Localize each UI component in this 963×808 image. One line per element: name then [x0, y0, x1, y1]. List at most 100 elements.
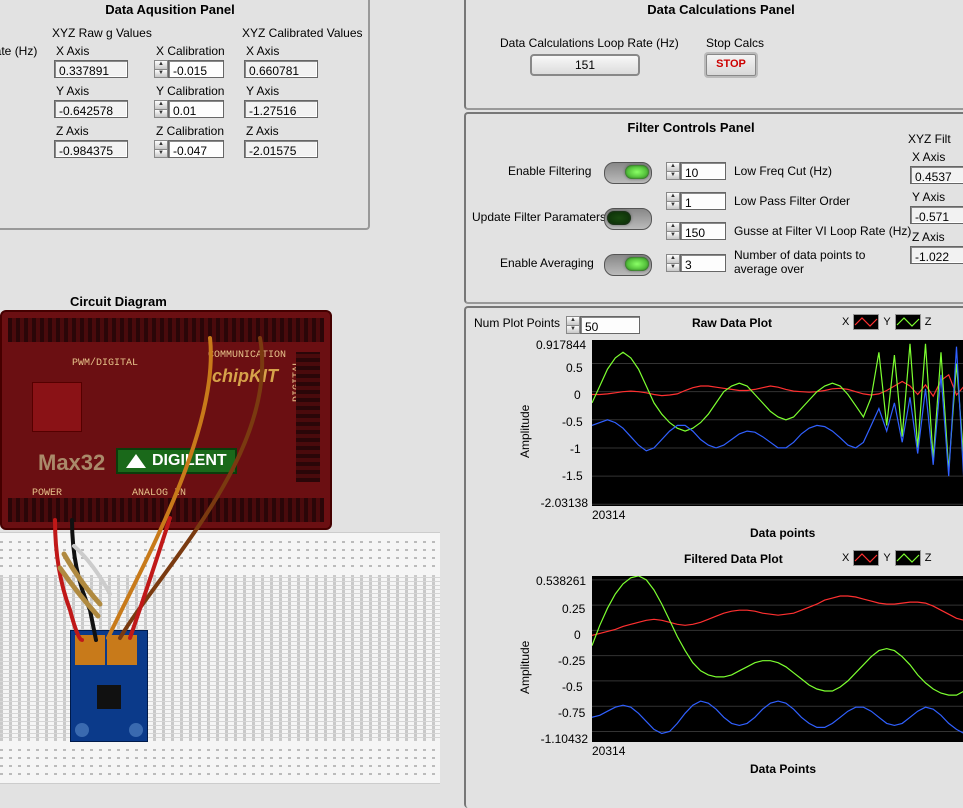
filt-xlabel: Data Points: [750, 762, 816, 776]
update-params-label: Update Filter Paramaters: [472, 210, 606, 224]
filt-y4: -0.5: [562, 680, 583, 694]
raw-y-label: Y Axis: [56, 84, 89, 98]
raw-legend: X Y Z: [842, 314, 931, 330]
raw-x0: 20314: [592, 508, 625, 522]
cal-x-spinner[interactable]: ▲▼: [154, 60, 168, 78]
filt-out-x-value: 0.4537: [910, 166, 963, 184]
daq-title: Data Aqusition Panel: [0, 2, 368, 17]
num-plot-points-spinner[interactable]: ▲▼: [566, 316, 580, 334]
cal-y-spinner[interactable]: ▲▼: [154, 100, 168, 118]
board-mfr: DIGILENT: [116, 448, 237, 474]
raw-x-label: X Axis: [56, 44, 89, 58]
filt-ymin: -1.10432: [536, 732, 588, 746]
calcs-loop-rate-label: Data Calculations Loop Rate (Hz): [500, 36, 679, 50]
raw-plot-title: Raw Data Plot: [692, 316, 772, 330]
filter-controls-panel: Filter Controls Panel Enable Filtering U…: [464, 112, 963, 304]
filt-legend-x-icon: [853, 550, 879, 566]
gusse-spinner[interactable]: ▲▼: [666, 222, 680, 240]
out-z-value: -2.01575: [244, 140, 318, 158]
filt-out-y-value: -0.571: [910, 206, 963, 224]
cal-z-spinner[interactable]: ▲▼: [154, 140, 168, 158]
raw-y5: -1.5: [562, 469, 583, 483]
raw-legend-z-label: Z: [925, 316, 932, 328]
out-y-label: Y Axis: [246, 84, 279, 98]
cal-z-label: Z Calibration: [156, 124, 224, 138]
board-brand: chipKIT: [212, 366, 278, 387]
board-lbl-pwm: PWM/DIGITAL: [72, 358, 138, 369]
board-lbl-comm: COMMUNICATION: [208, 350, 286, 361]
avg-points-spinner[interactable]: ▲▼: [666, 254, 680, 272]
filt-y1: 0.25: [562, 602, 585, 616]
circuit-title: Circuit Diagram: [70, 294, 167, 309]
filt-legend-y-label: Y: [883, 552, 890, 564]
raw-y3: -0.5: [562, 415, 583, 429]
calout-header: XYZ Calibrated Values: [242, 26, 363, 40]
raw-x-value: 0.337891: [54, 60, 128, 78]
filt-y2: 0: [574, 628, 581, 642]
out-x-label: X Axis: [246, 44, 279, 58]
filt-plot-title: Filtered Data Plot: [684, 552, 783, 566]
enable-filtering-toggle[interactable]: [604, 162, 652, 184]
stop-calcs-label: Stop Calcs: [706, 36, 764, 50]
avg-points-label: Number of data points to average over: [734, 248, 874, 276]
filt-ylabel: Amplitude: [518, 641, 532, 694]
filt-y5: -0.75: [558, 706, 585, 720]
raw-ymax: 0.917844: [536, 338, 586, 352]
plots-panel: Num Plot Points ▲▼ 50 Raw Data Plot X Y …: [464, 306, 963, 808]
filt-out-z-label: Z Axis: [912, 230, 945, 244]
board-model: Max32: [38, 450, 105, 476]
enable-filtering-label: Enable Filtering: [508, 164, 591, 178]
circuit-diagram: PWM/DIGITAL COMMUNICATION DIGITAL POWER …: [0, 310, 440, 800]
raw-legend-x-label: X: [842, 316, 849, 328]
pmodacl-module: [70, 630, 148, 742]
filter-title: Filter Controls Panel: [466, 120, 916, 135]
data-calculations-panel: Data Calculations Panel Data Calculation…: [464, 0, 963, 110]
gusse-label: Gusse at Filter VI Loop Rate (Hz): [734, 224, 911, 238]
out-z-label: Z Axis: [246, 124, 279, 138]
order-label: Low Pass Filter Order: [734, 194, 850, 208]
raw-ylabel: Amplitude: [518, 405, 532, 458]
breadboard: [0, 532, 440, 784]
data-acquisition-panel: Data Aqusition Panel p Rate (Hz) XYZ Raw…: [0, 0, 370, 230]
filtered-data-plot[interactable]: [592, 576, 963, 742]
out-y-value: -1.27516: [244, 100, 318, 118]
update-params-toggle[interactable]: [604, 208, 652, 230]
raw-header: XYZ Raw g Values: [52, 26, 152, 40]
raw-data-plot[interactable]: [592, 340, 963, 506]
raw-ymin: -2.03138: [536, 496, 588, 510]
raw-xlabel: Data points: [750, 526, 815, 540]
filt-legend-y-icon: [895, 550, 921, 566]
out-x-value: 0.660781: [244, 60, 318, 78]
stop-calcs-button[interactable]: STOP: [706, 54, 756, 76]
calcs-loop-rate-value: 151: [530, 54, 640, 76]
low-freq-spinner[interactable]: ▲▼: [666, 162, 680, 180]
filt-legend: X Y Z: [842, 550, 931, 566]
raw-y-value: -0.642578: [54, 100, 128, 118]
avg-points-value[interactable]: 3: [680, 254, 726, 272]
cal-x-value[interactable]: -0.015: [168, 60, 224, 78]
cal-y-value[interactable]: 0.01: [168, 100, 224, 118]
filt-out-header: XYZ Filt: [908, 132, 951, 146]
filt-out-y-label: Y Axis: [912, 190, 945, 204]
raw-legend-x-icon: [853, 314, 879, 330]
cal-y-label: Y Calibration: [156, 84, 224, 98]
raw-z-value: -0.984375: [54, 140, 128, 158]
low-freq-value[interactable]: 10: [680, 162, 726, 180]
chipkit-board: PWM/DIGITAL COMMUNICATION DIGITAL POWER …: [0, 310, 332, 530]
low-freq-label: Low Freq Cut (Hz): [734, 164, 832, 178]
raw-legend-y-label: Y: [883, 316, 890, 328]
order-spinner[interactable]: ▲▼: [666, 192, 680, 210]
raw-z-label: Z Axis: [56, 124, 89, 138]
cal-x-label: X Calibration: [156, 44, 225, 58]
enable-averaging-label: Enable Averaging: [500, 256, 594, 270]
gusse-value[interactable]: 150: [680, 222, 726, 240]
raw-y2: 0: [574, 388, 581, 402]
num-plot-points-value[interactable]: 50: [580, 316, 640, 334]
raw-legend-y-icon: [895, 314, 921, 330]
filt-out-z-value: -1.022: [910, 246, 963, 264]
enable-averaging-toggle[interactable]: [604, 254, 652, 276]
cal-z-value[interactable]: -0.047: [168, 140, 224, 158]
num-plot-points-label: Num Plot Points: [474, 316, 560, 330]
order-value[interactable]: 1: [680, 192, 726, 210]
raw-y4: -1: [570, 442, 581, 456]
